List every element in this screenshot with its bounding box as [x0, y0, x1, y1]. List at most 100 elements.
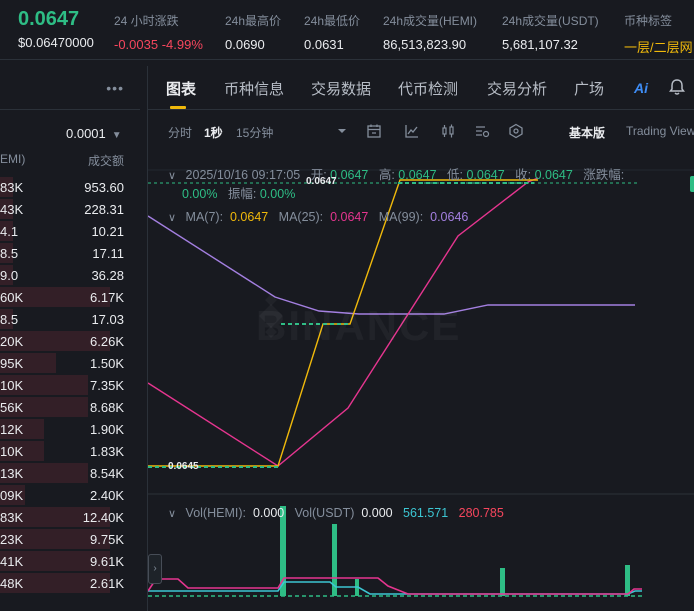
row-amount: 10K [0, 378, 24, 393]
interval-1s[interactable]: 1秒 [204, 124, 223, 141]
row-total: 1.90K [90, 422, 124, 437]
order-book-row[interactable]: 48K 2.61K [0, 572, 140, 594]
volume-hemi-value: 0.000 [252, 506, 285, 520]
order-book-row[interactable]: 4.1 10.21 [0, 220, 140, 242]
chart-toolbar: 分时 1秒 15分钟 基本版 Trading View [148, 116, 694, 148]
row-amount: 8.5 [0, 312, 19, 327]
tab-trade-analysis[interactable]: 交易分析 [487, 78, 547, 99]
stat-token-tag[interactable]: 币种标签 一层/二层网 [624, 12, 693, 56]
tab-token-info[interactable]: 币种信息 [224, 78, 284, 99]
collapse-chevron-icon[interactable]: ∨ [168, 508, 176, 520]
order-book-row[interactable]: 9.0 36.28 [0, 264, 140, 286]
interval-timeline[interactable]: 分时 [168, 124, 192, 141]
col-total-header: 成交额 [87, 154, 124, 168]
low-value: 0.0647 [466, 168, 505, 182]
ohlc-info: ∨ 2025/10/16 09:17:05 开: 0.0647 高: 0.064… [168, 168, 625, 201]
tab-square[interactable]: 广场 [574, 78, 604, 99]
stat-24h-change: 24 小时涨跌 -0.0035 -4.99% [114, 14, 203, 52]
order-book-row[interactable]: 10K 7.35K [0, 374, 140, 396]
interval-15m[interactable]: 15分钟 [236, 124, 273, 141]
row-total: 17.11 [92, 246, 124, 261]
order-book: ••• 0.0001 ▼ EMI) 成交额 83K 953.60 43K 228.31 4… [0, 66, 140, 611]
ma-info: ∨ MA(7): 0.0647 MA(25): 0.0647 MA(99): 0… [168, 210, 469, 224]
ma99-line [148, 215, 635, 315]
volume-ma1-value: 561.571 [403, 506, 449, 520]
ticker-bar: 0.0647 $0.06470000 24 小时涨跌 -0.0035 -4.99… [0, 0, 694, 60]
caret-down-icon: ▼ [111, 130, 122, 141]
row-total: 6.26K [90, 334, 124, 349]
stat-24h-volume-quote: 24h成交量(USDT) 5,681,107.32 [502, 14, 599, 52]
tab-chart[interactable]: 图表 [166, 78, 196, 109]
amplitude-value: 0.00% [259, 187, 296, 201]
tab-trade-data[interactable]: 交易数据 [311, 78, 371, 99]
order-book-row[interactable]: 12K 1.90K [0, 418, 140, 440]
order-book-row[interactable]: 83K 12.40K [0, 506, 140, 528]
row-total: 953.60 [84, 180, 124, 195]
order-book-row[interactable]: 23K 9.75K [0, 528, 140, 550]
precision-select[interactable]: 0.0001 ▼ [66, 126, 122, 141]
order-book-row[interactable]: 10K 1.83K [0, 440, 140, 462]
row-amount: 95K [0, 356, 24, 371]
row-total: 228.31 [84, 202, 124, 217]
row-total: 36.28 [91, 268, 124, 283]
ma7-value: 0.0647 [230, 210, 269, 224]
ai-icon[interactable]: Ai [634, 80, 648, 96]
row-amount: 83K [0, 180, 24, 195]
row-total: 2.61K [90, 576, 124, 591]
low-price-tag: 0.0645 [168, 461, 199, 472]
basic-view-button[interactable]: 基本版 [569, 124, 605, 141]
collapse-chevron-icon[interactable]: ∨ [168, 212, 176, 224]
row-total: 8.68K [90, 400, 124, 415]
row-total: 2.40K [90, 488, 124, 503]
order-book-row[interactable]: 8.5 17.11 [0, 242, 140, 264]
collapse-chevron-icon[interactable]: ∨ [168, 170, 176, 182]
volume-usdt-value: 0.000 [361, 506, 393, 520]
interval-dropdown-icon[interactable] [334, 123, 350, 139]
bell-icon[interactable] [668, 78, 686, 96]
calendar-icon[interactable] [366, 123, 382, 139]
stat-24h-low: 24h最低价 0.0631 [304, 14, 361, 52]
order-book-row[interactable]: 95K 1.50K [0, 352, 140, 374]
tradingview-button[interactable]: Trading View [626, 124, 694, 138]
chart-settings-icon[interactable] [474, 123, 490, 139]
row-total: 9.61K [90, 554, 124, 569]
row-amount: 43K [0, 202, 24, 217]
stat-24h-volume-base: 24h成交量(HEMI) 86,513,823.90 [383, 14, 478, 52]
row-amount: 10K [0, 444, 24, 459]
candle-datetime: 2025/10/16 09:17:05 [185, 168, 301, 182]
order-book-row[interactable]: 41K 9.61K [0, 550, 140, 572]
col-amount-header: EMI) [0, 152, 26, 166]
candle-style-icon[interactable] [440, 123, 456, 139]
order-book-row[interactable]: 20K 6.26K [0, 330, 140, 352]
ma99-value: 0.0646 [430, 210, 469, 224]
chart-panel: 图表 币种信息 交易数据 代币检测 交易分析 广场 Ai 分时 1秒 15分钟 … [147, 66, 694, 611]
watermark-text: BINANCE [256, 302, 461, 350]
order-book-row[interactable]: 56K 8.68K [0, 396, 140, 418]
row-amount: 60K [0, 290, 24, 305]
more-dots-icon[interactable]: ••• [106, 80, 124, 96]
row-total: 12.40K [82, 510, 124, 525]
row-amount: 56K [0, 400, 24, 415]
row-amount: 83K [0, 510, 24, 525]
order-book-row[interactable]: 13K 8.54K [0, 462, 140, 484]
price-chart[interactable]: BINANCE ∨ 2025/10/16 09:17:05 开: 0.0647 … [148, 154, 694, 611]
tab-token-check[interactable]: 代币检测 [398, 78, 458, 99]
row-total: 1.50K [90, 356, 124, 371]
change-value: 0.00% [182, 187, 218, 201]
expand-panel-button[interactable]: › [148, 554, 162, 584]
order-book-row[interactable]: 09K 2.40K [0, 484, 140, 506]
close-value: 0.0647 [534, 168, 573, 182]
row-total: 10.21 [91, 224, 124, 239]
order-book-row[interactable]: 60K 6.17K [0, 286, 140, 308]
order-book-row[interactable]: 8.5 17.03 [0, 308, 140, 330]
volume-bar [500, 568, 505, 596]
row-amount: 41K [0, 554, 24, 569]
order-book-rows: 83K 953.60 43K 228.31 4.1 10.21 8.5 17.11 9.0 36.… [0, 176, 140, 594]
indicators-icon[interactable] [404, 123, 420, 139]
order-book-row[interactable]: 83K 953.60 [0, 176, 140, 198]
order-book-row[interactable]: 43K 228.31 [0, 198, 140, 220]
depth-icon[interactable] [508, 123, 524, 139]
row-amount: 4.1 [0, 224, 19, 239]
row-amount: 8.5 [0, 246, 19, 261]
ma25-value: 0.0647 [330, 210, 369, 224]
